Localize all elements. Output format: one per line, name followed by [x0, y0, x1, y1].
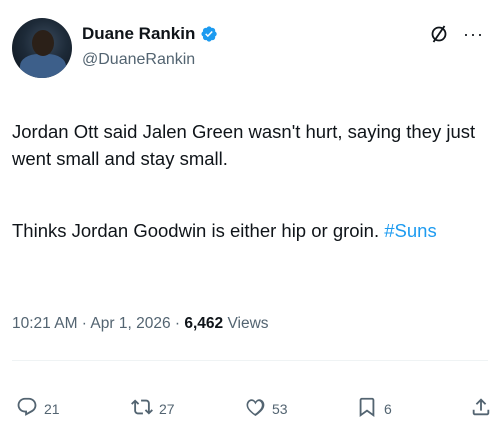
verified-badge-icon: [200, 25, 218, 43]
display-name[interactable]: Duane Rankin: [82, 24, 195, 44]
bookmark-icon: [356, 396, 378, 421]
tweet-meta: 10:21 AM · Apr 1, 2026 · 6,462 Views: [12, 315, 269, 333]
tweet-date[interactable]: Apr 1, 2026: [90, 315, 170, 332]
bookmark-button[interactable]: 6: [356, 396, 392, 421]
header-actions: ···: [429, 24, 484, 44]
meta-separator: ·: [170, 315, 185, 332]
like-count: 53: [272, 400, 288, 417]
views-count: 6,462: [184, 315, 224, 332]
slash-circle-icon[interactable]: [429, 24, 449, 44]
like-button[interactable]: 53: [244, 396, 288, 421]
repost-button[interactable]: 27: [131, 396, 175, 421]
action-bar: 21 27 53 6: [12, 396, 490, 426]
tweet-header: Duane Rankin @DuaneRankin ···: [12, 14, 488, 86]
reply-count: 21: [44, 400, 60, 417]
user-handle[interactable]: @DuaneRankin: [82, 51, 218, 69]
tweet-text: Jordan Ott said Jalen Green wasn't hurt,…: [12, 118, 488, 244]
tweet-paragraph-1: Jordan Ott said Jalen Green wasn't hurt,…: [12, 121, 476, 169]
reply-icon: [16, 396, 38, 421]
author-names: Duane Rankin @DuaneRankin: [82, 22, 218, 69]
bookmark-count: 6: [384, 400, 392, 417]
avatar[interactable]: [12, 18, 72, 78]
tweet-time[interactable]: 10:21 AM: [12, 315, 78, 332]
hashtag-link[interactable]: #Suns: [384, 220, 436, 241]
reply-button[interactable]: 21: [16, 396, 60, 421]
share-button[interactable]: [470, 396, 492, 421]
avatar-shoulders: [20, 54, 66, 78]
avatar-head: [32, 30, 54, 56]
more-icon[interactable]: ···: [463, 25, 484, 43]
repost-icon: [131, 396, 153, 421]
views-label: Views: [223, 315, 269, 332]
heart-icon: [244, 396, 266, 421]
tweet-paragraph-2-text: Thinks Jordan Goodwin is either hip or g…: [12, 220, 385, 241]
meta-separator: ·: [77, 315, 91, 332]
divider: [12, 360, 488, 361]
display-name-row: Duane Rankin: [82, 22, 218, 46]
repost-count: 27: [159, 400, 175, 417]
tweet-paragraph-2: Thinks Jordan Goodwin is either hip or g…: [12, 217, 488, 244]
share-icon: [470, 396, 492, 421]
